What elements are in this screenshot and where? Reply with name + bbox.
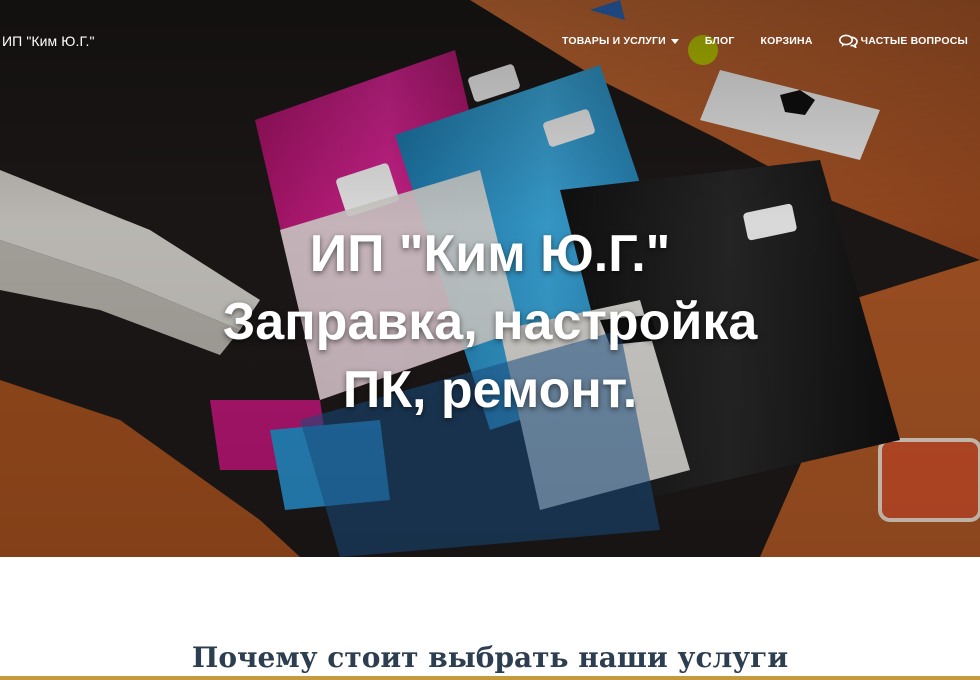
section-divider [0,676,980,680]
hero-title: ИП "Ким Ю.Г." Заправка, настройка ПК, ре… [0,220,980,424]
hero-title-line-3: ПК, ремонт. [342,361,638,419]
nav-faq-link[interactable]: ЧАСТЫЕ ВОПРОСЫ [838,34,968,48]
nav-blog-label: БЛОГ [704,35,735,47]
nav-cart-label: КОРЗИНА [760,35,813,47]
nav-faq-label: ЧАСТЫЕ ВОПРОСЫ [860,35,968,47]
main-menu: ТОВАРЫ И УСЛУГИ БЛОГ КОРЗИНА ЧАСТЫЕ ВОПР… [562,34,968,48]
nav-products-label: ТОВАРЫ И УСЛУГИ [562,35,666,47]
nav-products-dropdown[interactable]: ТОВАРЫ И УСЛУГИ [562,35,679,47]
chat-bubbles-icon [838,34,858,48]
nav-cart-link[interactable]: КОРЗИНА [760,35,812,47]
chevron-down-icon [670,38,679,44]
hero-title-line-1: ИП "Ким Ю.Г." [309,225,671,283]
brand-logo-link[interactable]: ИП "Ким Ю.Г." [2,33,95,49]
hero-title-line-2: Заправка, настройка [222,293,758,351]
hero-section: ИП "Ким Ю.Г." ТОВАРЫ И УСЛУГИ БЛОГ КОРЗИ… [0,0,980,557]
top-navbar: ИП "Ким Ю.Г." ТОВАРЫ И УСЛУГИ БЛОГ КОРЗИ… [0,0,980,84]
why-choose-us-heading: Почему стоит выбрать наши услуги [191,641,789,674]
nav-blog-link[interactable]: БЛОГ [705,35,735,47]
